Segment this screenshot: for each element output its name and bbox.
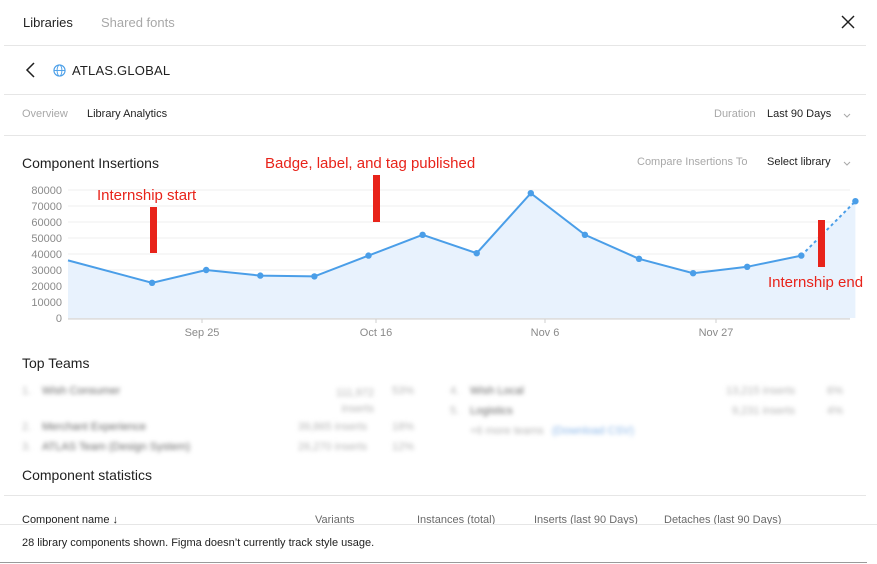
y-tick-label: 40000 <box>31 249 62 261</box>
y-tick-label: 20000 <box>31 281 62 293</box>
data-point[interactable] <box>635 255 643 262</box>
team-inserts: 9,231 inserts <box>732 405 795 417</box>
annotation-marker-badge <box>373 175 380 222</box>
team-rank: 2. <box>22 421 32 433</box>
duration-label: Duration <box>714 108 756 120</box>
data-point[interactable] <box>473 250 480 257</box>
y-tick-label: 10000 <box>31 297 62 309</box>
data-point[interactable] <box>203 266 210 274</box>
close-icon[interactable] <box>839 13 857 31</box>
insertions-chart: 80000 70000 60000 50000 40000 30000 20000 10000… <box>31 185 859 339</box>
y-tick-label: 70000 <box>31 201 62 213</box>
team-rank: 3. <box>22 441 32 453</box>
data-point[interactable] <box>689 270 697 277</box>
y-tick-label: 60000 <box>31 217 62 229</box>
team-pct: 12% <box>392 441 415 453</box>
insertions-title: Component Insertions <box>22 155 159 171</box>
download-csv-link[interactable]: (Download CSV) <box>552 425 634 437</box>
tab-libraries[interactable]: Libraries <box>23 15 73 30</box>
x-tick-label: Oct 16 <box>360 327 392 339</box>
compare-library-dropdown[interactable]: Select library <box>767 156 831 168</box>
subnav-divider <box>4 135 866 136</box>
footer-note: 28 library components shown. Figma doesn… <box>22 537 375 549</box>
data-point[interactable] <box>365 252 372 259</box>
x-tick-label: Nov 6 <box>531 327 560 339</box>
team-rank: 1. <box>22 385 32 397</box>
chevron-down-icon[interactable] <box>843 161 851 167</box>
team-rank: 5. <box>450 405 460 417</box>
y-tick-label: 0 <box>56 313 62 325</box>
annotation-internship-end: Internship end <box>768 274 864 291</box>
team-name: Logistics <box>470 405 513 417</box>
chevron-down-icon[interactable] <box>843 113 851 119</box>
x-tick-label: Sep 25 <box>185 327 220 339</box>
team-pct: 18% <box>392 421 415 433</box>
annotation-badge-published: Badge, label, and tag published <box>265 155 476 172</box>
team-name: Wish Consumer <box>42 385 121 397</box>
team-name: ATLAS Team (Design System) <box>42 441 191 453</box>
globe-icon <box>53 64 66 77</box>
tab-overview[interactable]: Overview <box>22 108 68 120</box>
data-point[interactable] <box>527 190 534 197</box>
chevron-left-icon[interactable] <box>22 61 38 79</box>
data-point[interactable] <box>419 231 426 238</box>
duration-dropdown[interactable]: Last 90 Days <box>767 108 831 120</box>
annotation-internship-start: Internship start <box>97 187 197 204</box>
library-name: ATLAS.GLOBAL <box>72 63 171 78</box>
bottom-border <box>0 562 867 563</box>
data-point[interactable] <box>744 263 751 270</box>
library-divider <box>4 94 866 95</box>
annotation-marker-start <box>150 207 157 253</box>
data-point[interactable] <box>257 272 264 279</box>
team-name: Wish Local <box>470 385 524 397</box>
y-tick-label: 80000 <box>31 185 62 197</box>
data-point[interactable] <box>311 273 318 280</box>
annotation-marker-end <box>818 220 825 267</box>
compare-label: Compare Insertions To <box>637 156 748 168</box>
team-inserts: 111,972 inserts <box>335 387 374 415</box>
team-pct: 6% <box>827 385 843 397</box>
team-name: Merchant Experience <box>42 421 146 433</box>
component-statistics-title: Component statistics <box>22 467 152 483</box>
team-inserts: 39,865 inserts <box>298 421 368 433</box>
team-rank: 4. <box>450 385 460 397</box>
tab-library-analytics[interactable]: Library Analytics <box>87 108 167 120</box>
y-tick-label: 50000 <box>31 233 62 245</box>
y-tick-label: 30000 <box>31 265 62 277</box>
team-inserts: 26,270 inserts <box>298 441 368 453</box>
data-point[interactable] <box>148 279 156 286</box>
team-pct: 53% <box>392 385 415 397</box>
team-pct: 4% <box>827 405 843 417</box>
series-area <box>68 193 856 318</box>
tab-shared-fonts[interactable]: Shared fonts <box>101 15 175 30</box>
team-inserts: 13,215 inserts <box>726 385 796 397</box>
more-teams-text: +6 more teams <box>470 425 544 437</box>
data-point[interactable] <box>581 231 589 238</box>
data-point[interactable] <box>798 252 805 259</box>
top-teams-title: Top Teams <box>22 355 90 371</box>
header-divider <box>4 45 866 46</box>
statistics-divider <box>4 495 866 496</box>
data-point[interactable] <box>852 198 859 205</box>
x-tick-label: Nov 27 <box>699 327 734 339</box>
